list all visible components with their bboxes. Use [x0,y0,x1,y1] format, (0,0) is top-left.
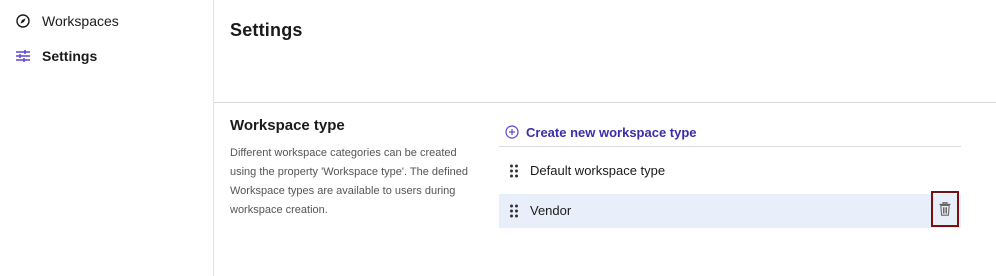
plus-circle-icon [505,125,519,139]
sidebar-item-workspaces[interactable]: Workspaces [0,7,213,35]
create-workspace-type-label: Create new workspace type [526,124,697,140]
section-title: Workspace type [230,117,345,134]
header-divider [214,102,996,103]
drag-handle-icon[interactable] [509,163,519,179]
compass-icon [15,13,31,29]
page-title: Settings [230,20,303,40]
create-workspace-type-button[interactable]: Create new workspace type [505,122,697,142]
section-description: Different workspace categories can be cr… [230,147,468,216]
trash-icon [939,202,951,216]
workspace-type-row-vendor[interactable]: Vendor [499,191,961,228]
sidebar-item-settings[interactable]: Settings [0,42,213,70]
drag-handle-icon[interactable] [509,203,519,219]
workspace-type-row-default[interactable]: Default workspace type [499,154,961,188]
sidebar-item-label: Settings [42,48,98,64]
workspace-type-label: Vendor [530,203,572,218]
sidebar-item-label: Workspaces [42,13,119,29]
sliders-icon [15,48,31,64]
list-divider [499,146,961,147]
sidebar: Workspaces Settings [0,0,214,276]
app-root: Workspaces Settings Settings Workspace t… [0,0,996,276]
workspace-type-label: Default workspace type [530,163,666,178]
delete-button[interactable] [931,191,959,227]
main-content: Settings Workspace type Different worksp… [214,0,996,276]
